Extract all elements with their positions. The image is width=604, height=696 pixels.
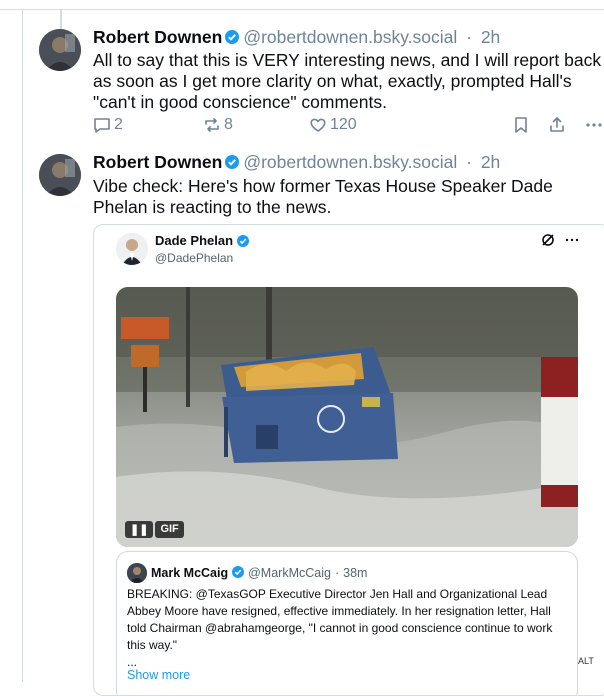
separator: · — [334, 566, 340, 580]
flood-dumpster-illustration — [116, 287, 578, 547]
embedded-image[interactable]: Dade Phelan @DadePhelan ❚❚ GIF Mark McCa… — [93, 224, 604, 696]
embed-author: Dade Phelan — [155, 233, 249, 250]
author-handle[interactable]: @robertdownen.bsky.social — [243, 27, 457, 47]
avatar[interactable] — [39, 154, 81, 196]
author-name[interactable]: Robert Downen — [93, 152, 222, 172]
repost-count: 8 — [224, 116, 233, 133]
quoted-author-name: Mark McCaig — [151, 566, 229, 580]
repost-button[interactable]: 8 — [203, 116, 233, 134]
separator: · — [466, 27, 472, 47]
show-more-link: Show more — [127, 668, 191, 682]
avatar[interactable] — [39, 29, 81, 71]
timestamp[interactable]: 2h — [481, 27, 500, 47]
embed-handle: @DadePhelan — [155, 251, 234, 265]
timestamp[interactable]: 2h — [481, 152, 500, 172]
post-header: Robert Downen @robertdownen.bsky.social ·… — [93, 152, 500, 174]
post-text: All to say that this is VERY interesting… — [93, 50, 602, 112]
repost-icon — [203, 116, 221, 134]
like-button[interactable]: 120 — [309, 116, 357, 134]
heart-icon — [309, 116, 327, 134]
more-horizontal-icon — [585, 116, 603, 134]
quoted-author-handle: @MarkMcCaig — [248, 566, 331, 580]
gif-media: ❚❚ GIF — [116, 287, 578, 547]
embed-author-name: Dade Phelan — [155, 233, 234, 248]
gif-badge[interactable]: ❚❚ GIF — [125, 521, 184, 538]
avatar — [116, 233, 148, 265]
quoted-text: BREAKING: @TexasGOP Executive Director J… — [127, 586, 572, 671]
bookmark-button[interactable] — [513, 116, 529, 134]
more-horizontal-icon — [565, 233, 579, 250]
quoted-text-body: BREAKING: @TexasGOP Executive Director J… — [127, 587, 553, 652]
quoted-post-header: Mark McCaig @MarkMcCaig · 38m — [127, 563, 367, 583]
separator: · — [466, 152, 472, 172]
share-button[interactable] — [548, 116, 566, 134]
gif-label: GIF — [155, 521, 184, 538]
verified-icon — [225, 28, 240, 49]
verified-icon — [236, 235, 249, 250]
verified-icon — [225, 153, 240, 174]
share-icon — [548, 116, 566, 134]
reply-count: 2 — [114, 116, 123, 133]
embed-icons — [541, 233, 579, 250]
quoted-timestamp: 38m — [343, 566, 368, 580]
alt-badge[interactable]: ALT — [578, 656, 594, 666]
like-count: 120 — [330, 116, 357, 133]
quoted-ellipsis: ... — [127, 655, 138, 669]
bookmark-icon — [513, 116, 529, 134]
thread-line — [22, 9, 23, 682]
post-text: Vibe check: Here's how former Texas Hous… — [93, 176, 553, 217]
more-options-button[interactable] — [585, 116, 603, 134]
reply-icon — [93, 116, 111, 134]
grok-icon — [541, 233, 555, 250]
author-name[interactable]: Robert Downen — [93, 27, 222, 47]
author-handle[interactable]: @robertdownen.bsky.social — [243, 152, 457, 172]
thread-connector — [60, 9, 62, 29]
post-actions: 2 8 120 — [93, 116, 603, 136]
quoted-post: Mark McCaig @MarkMcCaig · 38m BREAKING: … — [116, 551, 578, 695]
avatar — [127, 563, 147, 583]
post-header: Robert Downen @robertdownen.bsky.social ·… — [93, 27, 500, 49]
reply-button[interactable]: 2 — [93, 116, 123, 134]
verified-icon — [232, 565, 245, 581]
top-divider — [0, 9, 604, 10]
pause-icon[interactable]: ❚❚ — [125, 521, 154, 538]
